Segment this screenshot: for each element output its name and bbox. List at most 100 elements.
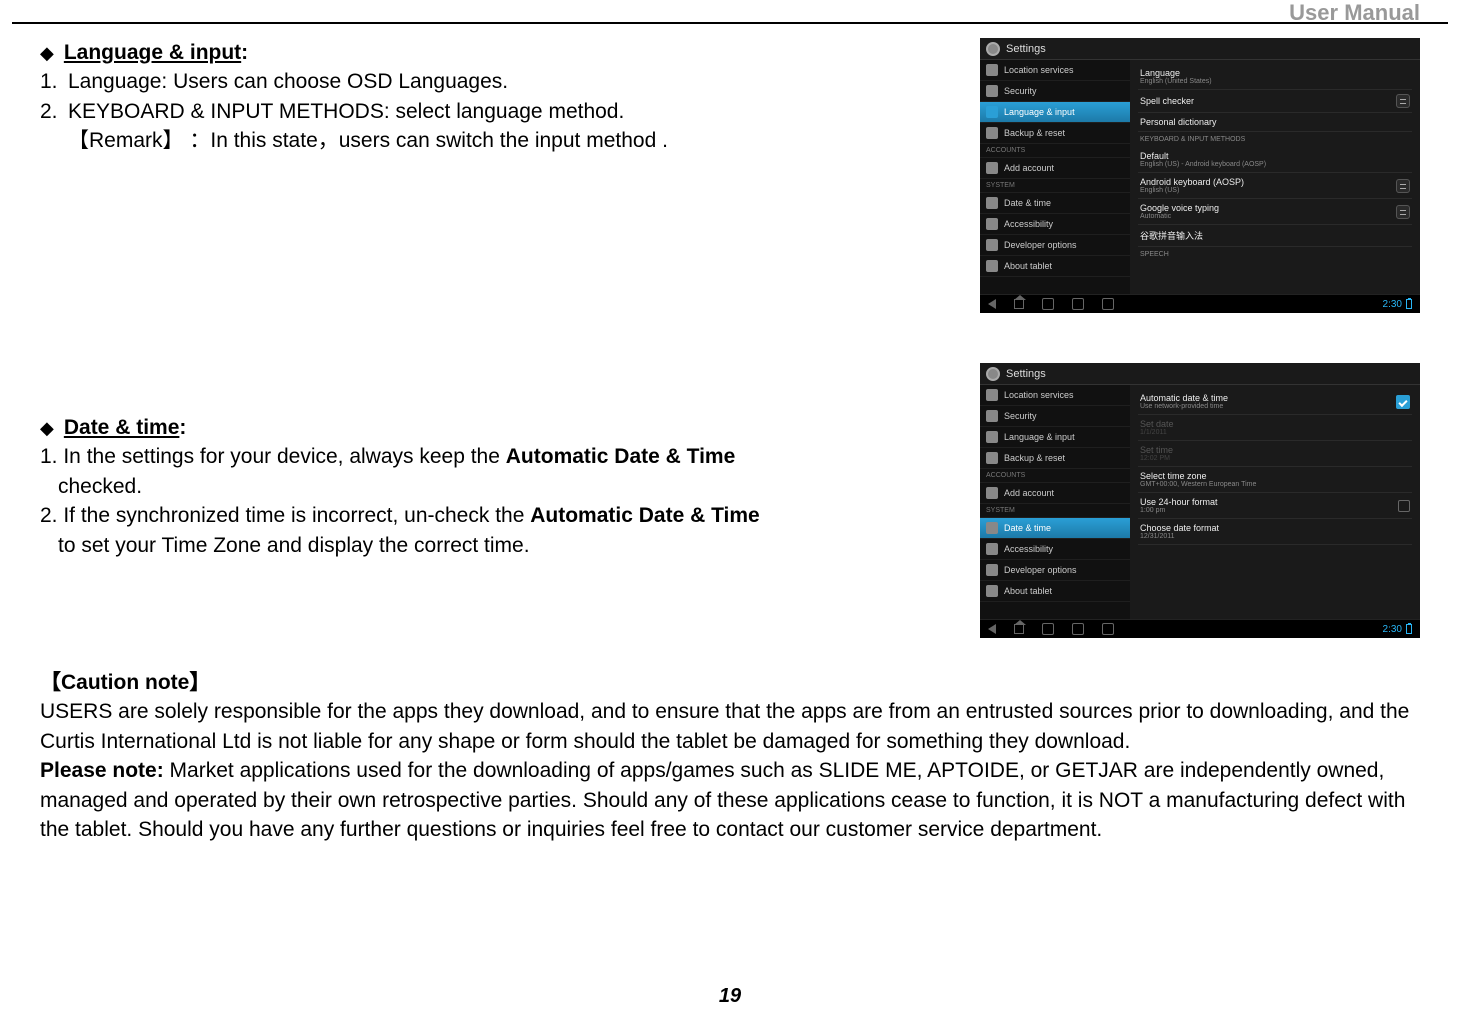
sidebar-cat-accounts: ACCOUNTS (980, 144, 1130, 158)
row-set-time: Set time12:02 PM (1138, 441, 1412, 467)
nav-recents-icon[interactable] (1042, 623, 1054, 635)
datetime-panel: Automatic date & timeUse network-provide… (1130, 385, 1420, 619)
section-2-heading: ◆Date & time: (40, 413, 960, 442)
settings-title: Settings (1006, 43, 1046, 55)
sidebar-item-add-account[interactable]: Add account (980, 158, 1130, 179)
sidebar-item-datetime[interactable]: Date & time (980, 193, 1130, 214)
sidebar-cat-accounts: ACCOUNTS (980, 469, 1130, 483)
nav-volup-icon[interactable] (1102, 298, 1114, 310)
sidebar-item-security[interactable]: Security (980, 406, 1130, 427)
gear-icon (986, 367, 1000, 381)
settings-sidebar: Location services Security Language & in… (980, 385, 1130, 619)
braces-icon (986, 564, 998, 576)
row-default-ime[interactable]: DefaultEnglish (US) - Android keyboard (… (1138, 147, 1412, 173)
nav-home-icon[interactable] (1014, 624, 1024, 634)
header-rule (12, 22, 1448, 24)
nav-voldown-icon[interactable] (1072, 623, 1084, 635)
nav-recents-icon[interactable] (1042, 298, 1054, 310)
row-language[interactable]: LanguageEnglish (United States) (1138, 64, 1412, 90)
sidebar-item-accessibility[interactable]: Accessibility (980, 539, 1130, 560)
nav-home-icon[interactable] (1014, 299, 1024, 309)
sidebar-item-location[interactable]: Location services (980, 60, 1130, 81)
status-time: 2:30 (1383, 299, 1402, 310)
nav-bar: 2:30 (980, 294, 1420, 313)
page-number: 19 (0, 985, 1460, 1008)
row-spell-checker[interactable]: Spell checker (1138, 90, 1412, 113)
nav-voldown-icon[interactable] (1072, 298, 1084, 310)
backup-icon (986, 452, 998, 464)
language-panel: LanguageEnglish (United States) Spell ch… (1130, 60, 1420, 294)
checkbox-unchecked-icon[interactable] (1398, 500, 1410, 512)
settings-sidebar: Location services Security Language & in… (980, 60, 1130, 294)
battery-icon (1406, 299, 1412, 309)
sidebar-item-backup[interactable]: Backup & reset (980, 448, 1130, 469)
tune-icon[interactable] (1396, 205, 1410, 219)
row-google-pinyin[interactable]: 谷歌拼音输入法 (1138, 225, 1412, 247)
checkbox-checked-icon[interactable] (1396, 395, 1410, 409)
row-time-zone[interactable]: Select time zoneGMT+00:00, Western Europ… (1138, 467, 1412, 493)
sidebar-item-backup[interactable]: Backup & reset (980, 123, 1130, 144)
tune-icon[interactable] (1396, 179, 1410, 193)
sidebar-item-datetime[interactable]: Date & time (980, 518, 1130, 539)
lock-icon (986, 85, 998, 97)
row-date-format[interactable]: Choose date format12/31/2011 (1138, 519, 1412, 545)
hand-icon (986, 543, 998, 555)
location-icon (986, 64, 998, 76)
nav-volup-icon[interactable] (1102, 623, 1114, 635)
language-icon (986, 431, 998, 443)
clock-icon (986, 197, 998, 209)
braces-icon (986, 239, 998, 251)
diamond-bullet-icon: ◆ (40, 418, 54, 438)
header-right: User Manual (1289, 0, 1420, 26)
row-24hour[interactable]: Use 24-hour format1:00 pm (1138, 493, 1412, 519)
sidebar-item-security[interactable]: Security (980, 81, 1130, 102)
row-automatic-datetime[interactable]: Automatic date & timeUse network-provide… (1138, 389, 1412, 415)
settings-title: Settings (1006, 368, 1046, 380)
sec1-item2: KEYBOARD & INPUT METHODS: select languag… (68, 100, 624, 123)
caution-p2: Please note: Market applications used fo… (40, 756, 1420, 844)
diamond-bullet-icon: ◆ (40, 43, 54, 63)
sidebar-cat-system: SYSTEM (980, 179, 1130, 193)
sec2-item1: 1. In the settings for your device, alwa… (40, 442, 960, 471)
sec1-item1: Language: Users can choose OSD Languages… (68, 70, 508, 93)
battery-icon (1406, 624, 1412, 634)
tune-icon[interactable] (1396, 94, 1410, 108)
clock-icon (986, 522, 998, 534)
sidebar-item-add-account[interactable]: Add account (980, 483, 1130, 504)
row-set-date: Set date1/1/2011 (1138, 415, 1412, 441)
info-icon (986, 585, 998, 597)
remark-label: 【Remark】 ： (68, 129, 210, 152)
sidebar-item-about[interactable]: About tablet (980, 256, 1130, 277)
sidebar-item-developer[interactable]: Developer options (980, 560, 1130, 581)
hand-icon (986, 218, 998, 230)
cat-speech: SPEECH (1138, 247, 1412, 262)
status-time: 2:30 (1383, 624, 1402, 635)
sidebar-item-language[interactable]: Language & input (980, 102, 1130, 123)
row-google-voice[interactable]: Google voice typingAutomatic (1138, 199, 1412, 225)
row-personal-dictionary[interactable]: Personal dictionary (1138, 113, 1412, 132)
screenshot-language-input: Settings Location services Security Lang… (980, 38, 1420, 313)
language-icon (986, 106, 998, 118)
nav-back-icon[interactable] (988, 299, 996, 309)
nav-back-icon[interactable] (988, 624, 996, 634)
sidebar-item-language[interactable]: Language & input (980, 427, 1130, 448)
remark-text: In this state，users can switch the input… (210, 129, 668, 152)
sec2-item2: 2. If the synchronized time is incorrect… (40, 501, 960, 530)
sidebar-cat-system: SYSTEM (980, 504, 1130, 518)
row-android-keyboard[interactable]: Android keyboard (AOSP)English (US) (1138, 173, 1412, 199)
cat-keyboard: KEYBOARD & INPUT METHODS (1138, 132, 1412, 147)
nav-bar: 2:30 (980, 619, 1420, 638)
plus-icon (986, 487, 998, 499)
info-icon (986, 260, 998, 272)
sidebar-item-location[interactable]: Location services (980, 385, 1130, 406)
sidebar-item-developer[interactable]: Developer options (980, 235, 1130, 256)
screenshot-date-time: Settings Location services Security Lang… (980, 363, 1420, 638)
caution-p1: USERS are solely responsible for the app… (40, 697, 1420, 756)
section-1-heading: ◆Language & input: (40, 38, 960, 67)
plus-icon (986, 162, 998, 174)
sidebar-item-about[interactable]: About tablet (980, 581, 1130, 602)
sidebar-item-accessibility[interactable]: Accessibility (980, 214, 1130, 235)
location-icon (986, 389, 998, 401)
lock-icon (986, 410, 998, 422)
backup-icon (986, 127, 998, 139)
